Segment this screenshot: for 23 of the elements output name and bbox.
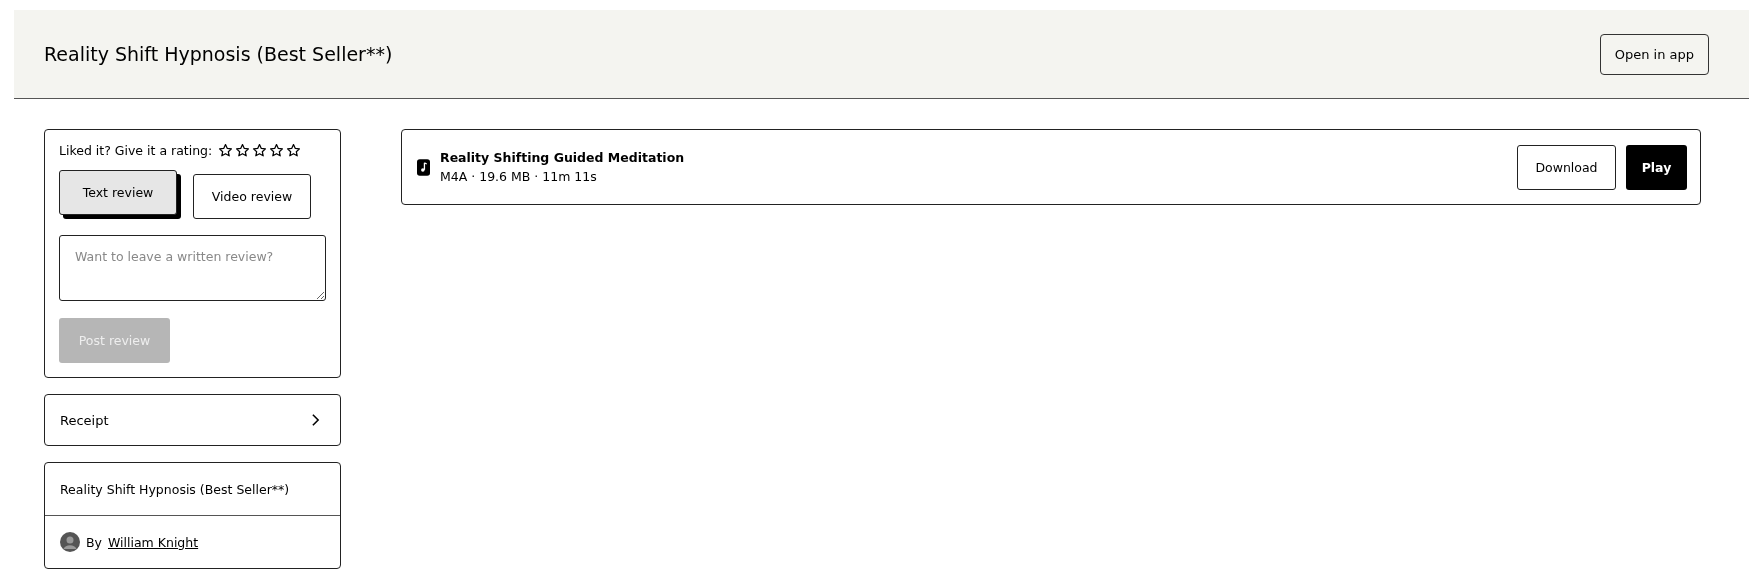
star-icon[interactable] <box>218 143 234 158</box>
receipt-label: Receipt <box>60 412 109 428</box>
download-button[interactable]: Download <box>1517 144 1616 190</box>
by-label: By <box>86 534 102 550</box>
star-icon[interactable] <box>252 143 268 158</box>
page-title: Reality Shift Hypnosis (Best Seller**) <box>44 43 393 65</box>
review-field[interactable]: Want to leave a written review? <box>59 235 326 301</box>
play-button[interactable]: Play <box>1626 144 1687 190</box>
star-icon[interactable] <box>235 143 251 158</box>
star-icon[interactable] <box>269 143 285 158</box>
file-name: Reality Shifting Guided Meditation <box>440 150 686 165</box>
author-link[interactable]: William Knight <box>108 534 199 550</box>
star-rating[interactable] <box>218 143 302 158</box>
star-icon[interactable] <box>286 143 302 158</box>
open-in-app-button[interactable]: Open in app <box>1599 33 1709 75</box>
review-tab[interactable]: Video review <box>193 174 311 219</box>
file-meta: M4A · 19.6 MB · 11m 11s <box>440 169 598 184</box>
rating-prompt: Liked it? Give it a rating: <box>59 143 213 158</box>
product-title: Reality Shift Hypnosis (Best Seller**) <box>60 481 290 497</box>
music-file-icon <box>417 158 430 176</box>
receipt-row[interactable]: Receipt <box>44 394 341 446</box>
avatar-icon <box>60 532 80 552</box>
chevron-right-icon <box>311 413 320 427</box>
